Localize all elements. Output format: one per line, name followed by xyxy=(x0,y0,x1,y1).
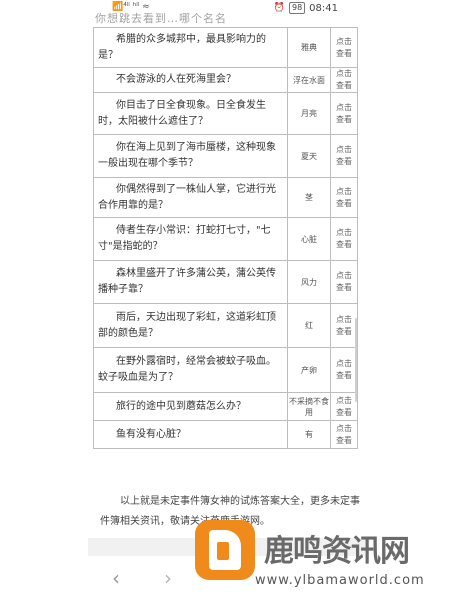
view-link[interactable]: 点击 查看 xyxy=(330,347,358,393)
answer-cell: 雅典 xyxy=(287,27,331,68)
view-link-text: 点击 xyxy=(336,359,352,368)
answer-cell: 产卵 xyxy=(287,347,331,393)
signal-wifi-icon: 📶⁴ˡˡ ʰˡˡ ≈ xyxy=(112,2,150,12)
question-cell: 旅行的途中见到蘑菇怎么办？ xyxy=(93,392,288,421)
view-link-text: 查看 xyxy=(336,407,352,417)
view-link[interactable]: 点击 查看 xyxy=(330,67,358,93)
table-row: 你在海上见到了海市蜃楼，这种现象一般出现在哪个季节？ 夏天 点击查看 xyxy=(93,134,358,178)
back-arrow-icon[interactable]: ‹ xyxy=(112,566,120,590)
table-row: 希腊的众多城邦中，最具影响力的是？ 雅典 点击查看 xyxy=(93,27,358,68)
question-cell: 森林里盛开了许多蒲公英，蒲公英传播种子靠？ xyxy=(93,260,288,304)
answer-cell: 浮在水面 xyxy=(287,67,331,93)
answer-cell: 风力 xyxy=(287,260,331,304)
alarm-icon: ⏰ xyxy=(273,3,285,13)
status-right: ⏰ 98 08:41 xyxy=(274,2,338,14)
question-cell: 不会游泳的人在死海里会？ xyxy=(93,67,288,93)
clock-time: 08:41 xyxy=(309,2,338,14)
question-cell: 希腊的众多城邦中，最具影响力的是？ xyxy=(93,27,288,68)
truncated-header-text: 你想跳去看到…哪个名名 xyxy=(95,12,227,25)
view-link-text: 查看 xyxy=(336,157,352,166)
table-row: 旅行的途中见到蘑菇怎么办？ 不采摘不食用 点击查看 xyxy=(93,392,358,421)
view-link-text: 点击 xyxy=(336,145,352,154)
table-row: 鱼有没有心脏？有点击查看 xyxy=(93,420,358,449)
view-link-text: 查看 xyxy=(336,326,352,336)
view-link-text: 点击 xyxy=(336,423,352,433)
answer-cell: 心脏 xyxy=(287,217,331,261)
question-cell: 在野外露宿时，经常会被蚊子吸血。蚊子吸血是为了？ xyxy=(93,347,288,393)
answer-cell: 月亮 xyxy=(287,92,331,135)
view-link[interactable]: 点击 查看 xyxy=(330,217,358,261)
view-link[interactable]: 点击 查看 xyxy=(330,303,358,348)
view-link-text: 查看 xyxy=(336,48,352,58)
table-row: 在野外露宿时，经常会被蚊子吸血。蚊子吸血是为了？ 产卵 点击查看 xyxy=(93,347,358,393)
view-link-text: 查看 xyxy=(336,240,352,249)
question-cell: 你偶然得到了一株仙人掌，它进行光合作用靠的是？ xyxy=(93,177,288,218)
table-row: 不会游泳的人在死海里会？ 浮在水面 点击查看 xyxy=(93,67,358,93)
table-row: 你目击了日全食现象。日全食发生时，太阳被什么遮住了？ 月亮 点击查看 xyxy=(93,92,358,135)
question-cell: 你目击了日全食现象。日全食发生时，太阳被什么遮住了？ xyxy=(93,92,288,135)
answers-table: 希腊的众多城邦中，最具影响力的是？ 雅典 点击 查看 不会游泳的人在死海里会？ 浮在水面点… xyxy=(93,27,358,449)
battery-icon: 98 xyxy=(288,2,306,14)
answer-cell: 茎 xyxy=(287,177,331,218)
view-link-text: 点击 xyxy=(336,271,352,280)
watermark-logo-icon xyxy=(195,520,255,580)
view-link-text: 点击 xyxy=(336,186,352,196)
table-row: 你偶然得到了一株仙人掌，它进行光合作用靠的是？茎点击查看 xyxy=(93,177,358,218)
answer-cell: 红 xyxy=(287,303,331,348)
view-link-text: 查看 xyxy=(336,198,352,208)
view-link-text: 点击 xyxy=(336,36,352,46)
view-link-text: 查看 xyxy=(336,371,352,380)
watermark-url: www.ylbamaworld.com xyxy=(255,573,425,588)
view-link-text: 点击 xyxy=(336,228,352,237)
table-row: 侍者生存小常识：打蛇打七寸，"七寸"是指蛇的？ 心脏 点击查看 xyxy=(93,217,358,261)
table-row: 雨后，天边出现了彩虹，这道彩虹顶部的颜色是？红点击查看 xyxy=(93,303,358,348)
answer-cell: 夏天 xyxy=(287,134,331,178)
view-link[interactable]: 点击 查看 xyxy=(330,260,358,304)
view-link[interactable]: 点击 查看 xyxy=(330,420,358,449)
forward-arrow-icon[interactable]: › xyxy=(164,566,172,590)
question-cell: 鱼有没有心脏？ xyxy=(93,420,288,449)
view-link[interactable]: 点击 查看 xyxy=(330,392,358,421)
question-cell: 雨后，天边出现了彩虹，这道彩虹顶部的颜色是？ xyxy=(93,303,288,348)
view-link-text: 点击 xyxy=(336,69,352,78)
scrollbar[interactable] xyxy=(355,318,357,402)
view-link-text: 点击 xyxy=(336,314,352,324)
view-link-text: 点击 xyxy=(336,395,352,405)
answers-table-body: 希腊的众多城邦中，最具影响力的是？ 雅典 点击 查看 不会游泳的人在死海里会？ 浮在水面点… xyxy=(93,27,358,449)
view-link-text: 查看 xyxy=(336,435,352,445)
table-row: 森林里盛开了许多蒲公英，蒲公英传播种子靠？ 风力 点击查看 xyxy=(93,260,358,304)
question-cell: 你在海上见到了海市蜃楼，这种现象一般出现在哪个季节？ xyxy=(93,134,288,178)
view-link-text: 点击 xyxy=(336,102,352,112)
view-link[interactable]: 点击 查看 xyxy=(330,27,358,68)
view-link[interactable]: 点击 查看 xyxy=(330,134,358,178)
view-link-text: 查看 xyxy=(336,81,352,90)
view-link[interactable]: 点击 查看 xyxy=(330,177,358,218)
answer-cell: 不采摘不食用 xyxy=(287,392,331,421)
view-link-text: 查看 xyxy=(336,283,352,292)
watermark-title: 鹿鸣资讯网 xyxy=(264,534,410,569)
view-link-text: 查看 xyxy=(336,114,352,124)
answer-cell: 有 xyxy=(287,420,331,449)
status-bar: 你想跳去看到…哪个名名 📶⁴ˡˡ ʰˡˡ ≈ ⏰ 98 08:41 xyxy=(0,0,450,25)
question-cell: 侍者生存小常识：打蛇打七寸，"七寸"是指蛇的？ xyxy=(93,217,288,261)
view-link[interactable]: 点击 查看 xyxy=(330,92,358,135)
